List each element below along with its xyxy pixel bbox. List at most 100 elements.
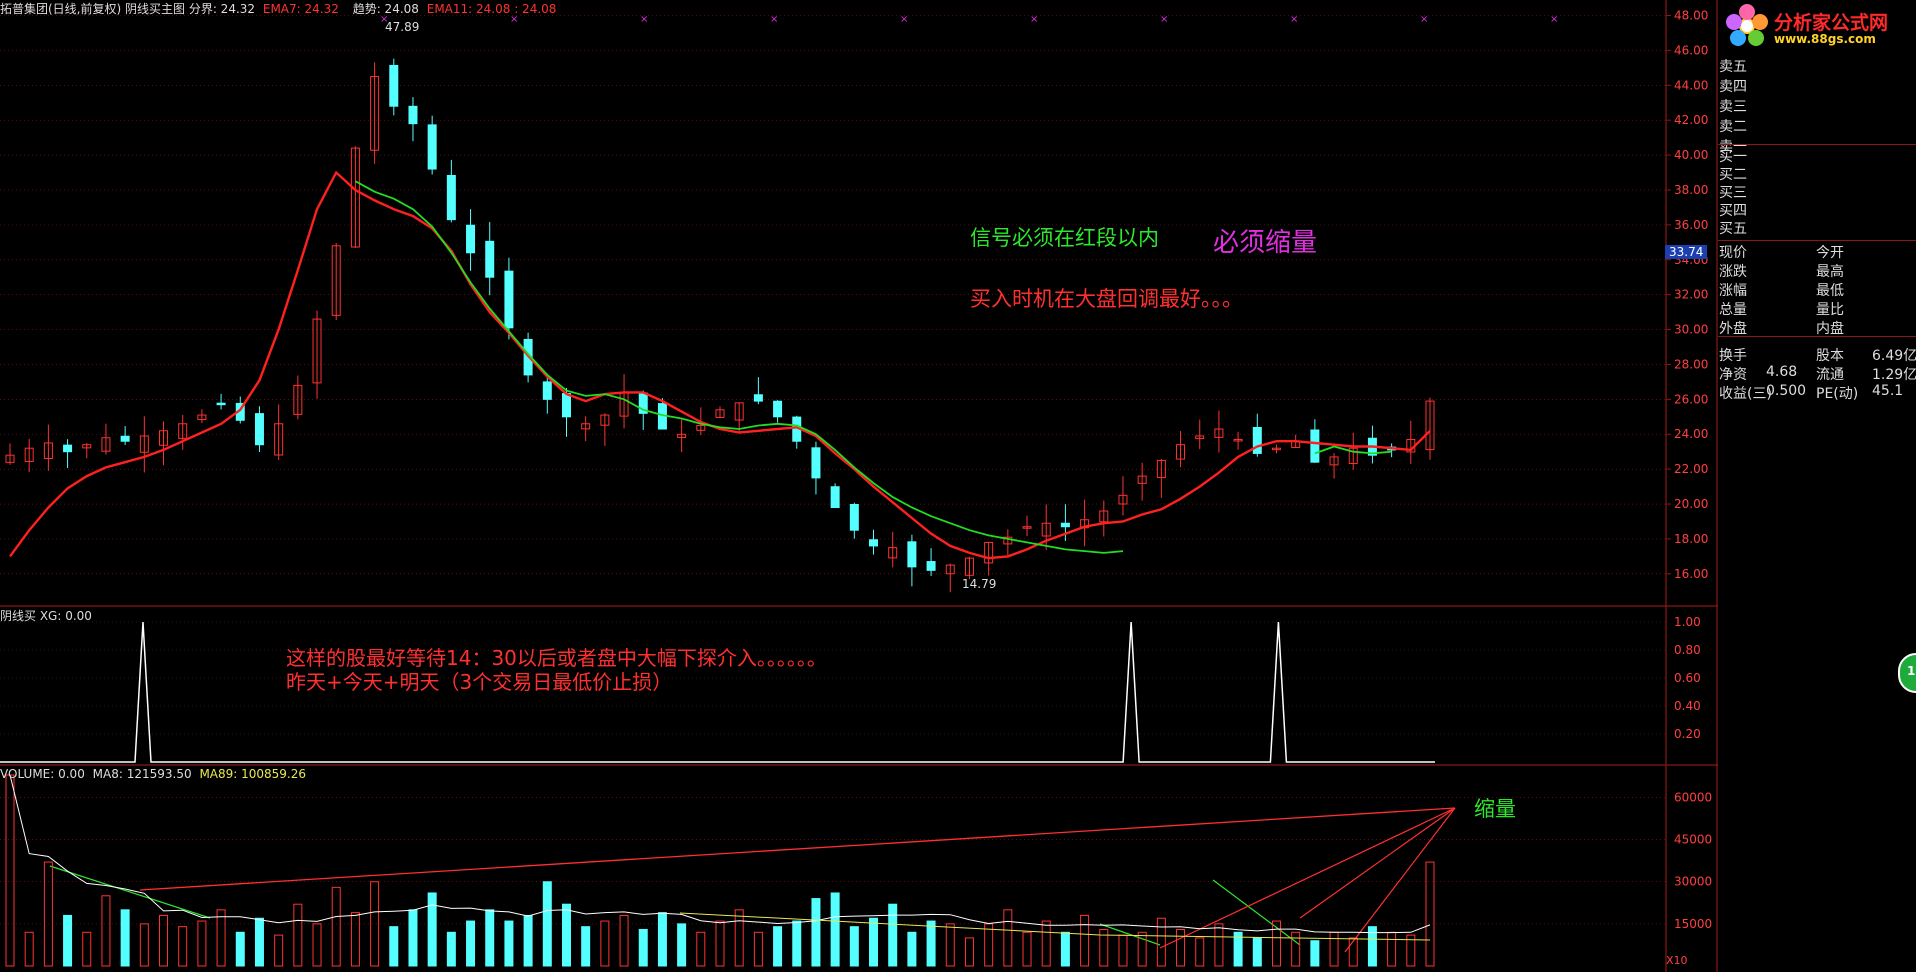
sell-mark: × [1160, 14, 1168, 25]
volume-bar [1003, 909, 1013, 967]
candle-body [753, 394, 763, 402]
quote-separator [1718, 240, 1916, 241]
annotation-stop-loss: 昨天+今天+明天（3个交易日最低价止损） [286, 670, 673, 694]
price-tick-label: 48.00 [1674, 8, 1708, 22]
sell-mark: × [1550, 14, 1558, 25]
price-tick-label: 24.00 [1674, 427, 1708, 441]
volume-bar [63, 914, 73, 967]
quote-label: 今开 [1816, 245, 1844, 261]
signal-tick-label: 0.80 [1674, 643, 1701, 657]
volume-trendline [1299, 807, 1456, 919]
quote-label: 现价 [1719, 245, 1747, 261]
volume-bar [159, 914, 169, 967]
price-tick-label: 42.00 [1674, 113, 1708, 127]
volume-trendline [1099, 923, 1161, 946]
quote-value: 6.49亿 [1872, 348, 1916, 364]
candle-body [408, 105, 418, 125]
volume-bar [657, 912, 667, 967]
price-tick-label: 28.00 [1674, 357, 1708, 371]
price-tick-label: 16.00 [1674, 567, 1708, 581]
ma8-label: MA8: 121593.50 [92, 767, 192, 781]
volume-bar [1425, 861, 1435, 967]
volume-bar [504, 920, 514, 967]
volume-bar [1022, 931, 1032, 967]
volume-label: VOLUME: 0.00 [0, 767, 85, 781]
volume-bar [561, 903, 571, 967]
buy-level: 买三 [1719, 185, 1747, 201]
volume-bar [446, 931, 456, 967]
volume-bar [1387, 931, 1397, 967]
volume-bar [753, 931, 763, 967]
volume-tick-label: 60000 [1674, 790, 1712, 804]
quote-value: 0.500 [1766, 383, 1807, 399]
volume-bar [331, 886, 341, 967]
candle-body [254, 413, 264, 446]
price-tick-label: 44.00 [1674, 78, 1708, 92]
volume-bar [926, 920, 936, 967]
volume-tick-label: 30000 [1674, 875, 1712, 889]
sell-mark: × [1420, 14, 1428, 25]
sell-mark: × [900, 14, 908, 25]
candle-body [216, 402, 226, 406]
signal-tick-label: 0.20 [1674, 727, 1701, 741]
trend-value: 趋势: 24.08 [352, 2, 419, 16]
candle-body [849, 503, 859, 531]
signal-tick-label: 0.40 [1674, 699, 1701, 713]
volume-bar [888, 903, 898, 967]
fenjie-value: 分界: 24.32 [188, 2, 256, 16]
quote-label: 最低 [1816, 283, 1844, 299]
volume-bar [1080, 914, 1090, 967]
volume-bar [600, 920, 610, 967]
low-price-label: 14.79 [962, 577, 997, 591]
candle-body [811, 447, 821, 479]
volume-bar [120, 909, 130, 967]
price-tick-label: 46.00 [1674, 43, 1708, 57]
volume-bar [1291, 931, 1301, 967]
price-tick-label: 22.00 [1674, 462, 1708, 476]
price-tick-label: 18.00 [1674, 532, 1708, 546]
quote-value: 1.29亿 [1872, 367, 1916, 383]
sell-mark: × [1030, 14, 1038, 25]
volume-bar [408, 909, 418, 967]
volume-bar [542, 881, 552, 967]
volume-bar [907, 931, 917, 967]
volume-bar [139, 923, 149, 967]
chart-canvas[interactable]: × × × × × × × × × × 48.0046.0044.0042.0040.0038.0… [0, 0, 1916, 972]
current-price-tag: 33.74 [1665, 245, 1708, 259]
volume-bar [312, 923, 322, 967]
volume-bar [293, 903, 303, 967]
sell-mark: × [1290, 14, 1298, 25]
volume-bar [235, 931, 245, 967]
volume-bar [638, 928, 648, 967]
candle-body [907, 541, 917, 568]
quote-label: 涨跌 [1719, 264, 1747, 280]
volume-bar [427, 892, 437, 967]
signal-tick-label: 0.60 [1674, 671, 1701, 685]
volume-bar [1252, 937, 1262, 967]
candle-body [561, 393, 571, 418]
quote-separator [1718, 336, 1916, 337]
volume-bar [964, 937, 974, 967]
price-tick-label: 32.00 [1674, 288, 1708, 302]
volume-bar [696, 931, 706, 967]
volume-bar [1195, 937, 1205, 967]
volume-trendline [49, 865, 211, 919]
volume-bar [5, 774, 15, 967]
volume-bar [581, 926, 591, 967]
volume-tick-label: 45000 [1674, 833, 1712, 847]
volume-bar [1176, 928, 1186, 967]
candle-body [427, 124, 437, 170]
candle-body [830, 486, 840, 509]
volume-bar [773, 926, 783, 967]
flower-logo-icon [1726, 4, 1768, 46]
annotation-shrink: 缩量 [1474, 797, 1516, 821]
volume-bar [830, 892, 840, 967]
sell-mark: × [640, 14, 648, 25]
volume-trendline [1212, 879, 1301, 946]
ma89-label: MA89: 100859.26 [199, 767, 307, 781]
volume-trendline [1159, 807, 1456, 949]
price-tick-label: 38.00 [1674, 183, 1708, 197]
volume-bar [178, 926, 188, 967]
quote-separator [1718, 144, 1916, 145]
ema7-value: EMA7: 24.32 [262, 2, 339, 16]
